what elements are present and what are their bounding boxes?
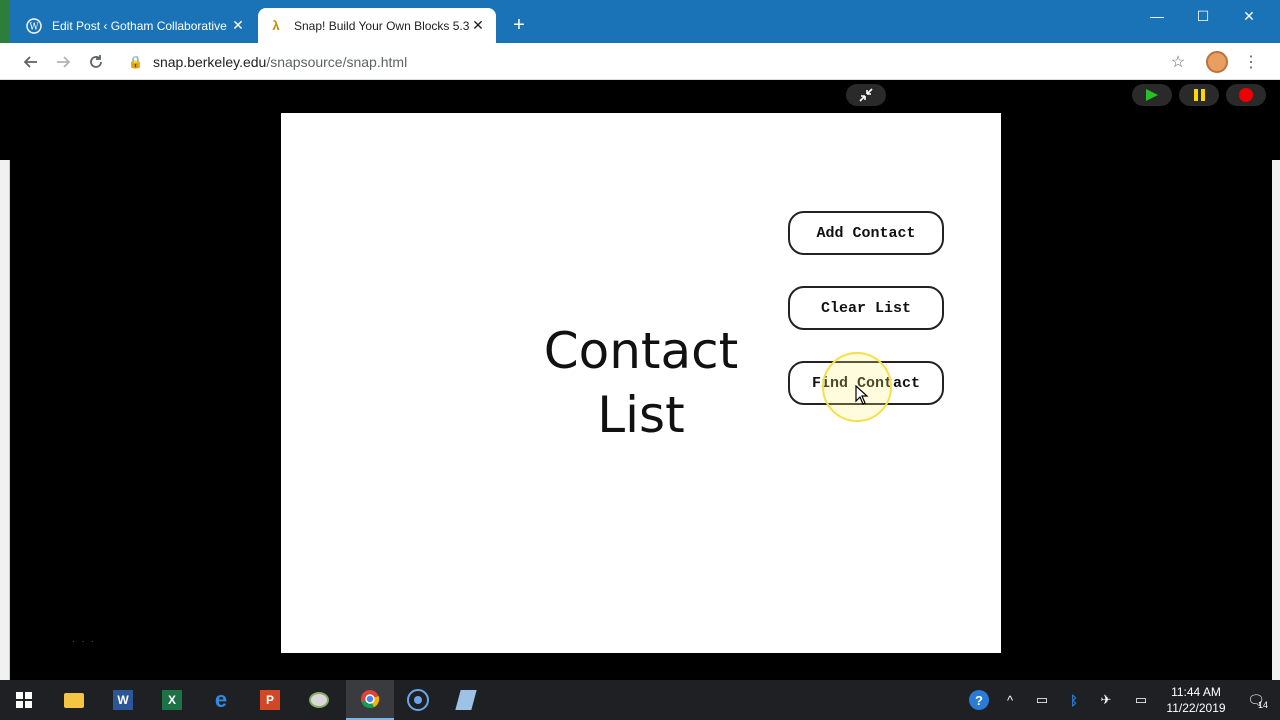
chevron-up-icon[interactable]: ^ xyxy=(998,680,1022,720)
pause-button[interactable] xyxy=(1179,84,1219,106)
forward-button[interactable] xyxy=(50,49,76,75)
close-window-button[interactable]: ✕ xyxy=(1226,0,1272,32)
clock-time: 11:44 AM xyxy=(1171,685,1221,699)
notes-app-icon[interactable] xyxy=(442,680,490,720)
notification-center-button[interactable]: 🗨 14 xyxy=(1238,680,1274,720)
help-icon[interactable]: ? xyxy=(966,680,992,720)
stage-corner-dots: ··· xyxy=(72,636,100,647)
reload-icon xyxy=(90,55,102,68)
back-arrow-icon xyxy=(23,56,37,68)
pause-icon xyxy=(1193,89,1205,101)
reload-button[interactable] xyxy=(83,49,109,75)
browser-toolbar: 🔒 snap.berkeley.edu/snapsource/snap.html… xyxy=(0,43,1280,80)
tab-strip-edge xyxy=(0,0,10,43)
chrome-icon[interactable] xyxy=(346,680,394,720)
snap-stage[interactable]: Contact List Add Contact Clear List Find… xyxy=(281,113,1001,653)
start-button[interactable] xyxy=(0,680,48,720)
address-bar[interactable]: 🔒 snap.berkeley.edu/snapsource/snap.html xyxy=(128,49,407,75)
tab-edit-post[interactable]: W Edit Post ‹ Gotham Collaborative ✕ xyxy=(16,8,256,43)
close-icon[interactable]: ✕ xyxy=(470,17,486,34)
word-icon[interactable]: W xyxy=(99,680,147,720)
network-icon[interactable]: ✈ xyxy=(1094,680,1118,720)
find-contact-button[interactable]: Find Contact xyxy=(788,361,944,405)
windows-logo-icon xyxy=(16,692,32,708)
edge-icon[interactable]: e xyxy=(197,680,245,720)
powerpoint-icon[interactable]: P xyxy=(246,680,294,720)
bluetooth-icon[interactable]: ᛒ xyxy=(1062,680,1086,720)
bookmark-star-icon[interactable]: ☆ xyxy=(1165,49,1191,75)
back-button[interactable] xyxy=(18,49,44,75)
url-path: /snapsource/snap.html xyxy=(266,54,408,70)
file-explorer-icon[interactable] xyxy=(50,680,98,720)
windows-taskbar: W X e P ? ^ ▭ ᛒ ✈ ▭ 11:44 AM 11/22/2019 … xyxy=(0,680,1280,720)
minimize-button[interactable]: — xyxy=(1134,0,1180,32)
menu-kebab-icon[interactable]: ⋮ xyxy=(1238,49,1264,75)
page-right-edge xyxy=(1272,160,1280,680)
lambda-icon: λ xyxy=(272,18,280,33)
notification-count: 14 xyxy=(1258,700,1269,710)
add-contact-button[interactable]: Add Contact xyxy=(788,211,944,255)
tab-title: Edit Post ‹ Gotham Collaborative xyxy=(52,18,227,33)
stage-title-line2: List xyxy=(597,386,685,444)
stop-button[interactable] xyxy=(1226,84,1266,106)
system-clock[interactable]: 11:44 AM 11/22/2019 xyxy=(1160,684,1232,716)
close-icon[interactable]: ✕ xyxy=(230,17,246,34)
screen-recorder-icon[interactable] xyxy=(394,680,442,720)
display-icon[interactable]: ▭ xyxy=(1128,680,1154,720)
lock-icon: 🔒 xyxy=(128,55,143,69)
maximize-button[interactable]: ☐ xyxy=(1180,0,1226,32)
clock-date: 11/22/2019 xyxy=(1166,701,1226,715)
tab-strip: W Edit Post ‹ Gotham Collaborative ✕ λ S… xyxy=(0,0,1280,43)
forward-arrow-icon xyxy=(57,56,71,68)
url-host: snap.berkeley.edu xyxy=(152,54,267,70)
new-tab-button[interactable]: + xyxy=(508,14,530,36)
stage-title: Contact List xyxy=(521,319,761,447)
green-flag-button[interactable] xyxy=(1132,84,1172,106)
stop-icon xyxy=(1239,88,1253,102)
tab-snap[interactable]: λ Snap! Build Your Own Blocks 5.3. ✕ xyxy=(258,8,496,43)
svg-text:W: W xyxy=(29,22,39,32)
shrink-arrows-icon xyxy=(859,88,873,102)
stage-title-line1: Contact xyxy=(543,322,739,380)
clear-list-button[interactable]: Clear List xyxy=(788,286,944,330)
profile-avatar[interactable] xyxy=(1206,51,1228,73)
excel-icon[interactable]: X xyxy=(148,680,196,720)
exit-presentation-button[interactable] xyxy=(846,84,886,106)
paint-icon[interactable] xyxy=(295,680,343,720)
battery-icon[interactable]: ▭ xyxy=(1030,680,1054,720)
wordpress-icon: W xyxy=(26,17,42,34)
green-flag-icon xyxy=(1146,89,1158,101)
tab-title: Snap! Build Your Own Blocks 5.3. xyxy=(294,18,470,33)
page-left-edge xyxy=(0,160,10,680)
